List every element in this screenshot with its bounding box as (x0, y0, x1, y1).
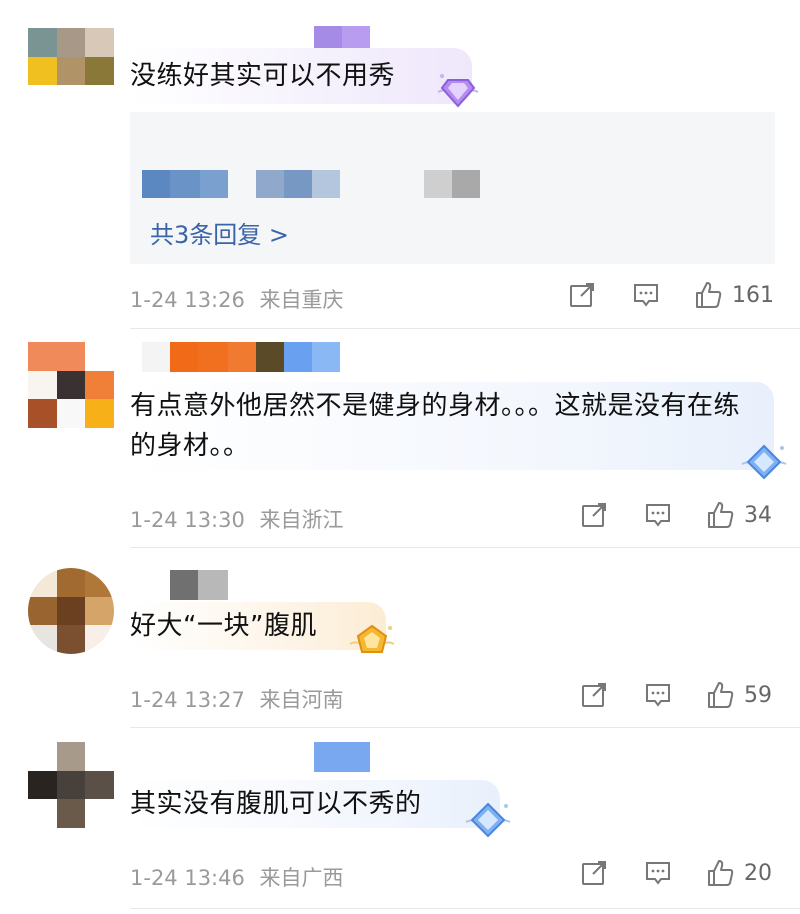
comment-text: 其实没有腹肌可以不秀的 (130, 789, 422, 819)
share-icon (582, 503, 606, 527)
like-button[interactable]: 20 (706, 858, 772, 888)
share-button[interactable] (580, 859, 608, 887)
thumbs-up-icon (696, 282, 722, 308)
avatar[interactable] (28, 742, 114, 828)
comment-meta: 1-24 13:26 来自重庆 (130, 284, 344, 314)
comment-meta: 1-24 13:46 来自广西 (130, 862, 344, 892)
comment-text: 有点意外他居然不是健身的身材。。。这就是没有在练的身材。。 (130, 391, 741, 461)
comment-icon (646, 684, 670, 707)
username[interactable] (134, 570, 228, 600)
comment-location: 来自浙江 (259, 508, 344, 532)
reply-preview-box[interactable]: 共3条回复 > (130, 112, 775, 264)
comment-item: 有点意外他居然不是健身的身材。。。这就是没有在练的身材。。 1-24 13:30… (0, 330, 800, 548)
comment-time: 1-24 13:26 (130, 288, 245, 312)
divider (130, 908, 800, 909)
comment-location: 来自重庆 (259, 288, 344, 312)
share-button[interactable] (568, 281, 596, 309)
comment-item: 好大“一块”腹肌 1-24 13:27 来自河南 59 (0, 548, 800, 728)
comment-meta: 1-24 13:30 来自浙江 (130, 504, 344, 534)
like-count: 161 (732, 282, 774, 308)
comment-icon (646, 504, 670, 527)
share-icon (582, 861, 606, 885)
share-button[interactable] (580, 681, 608, 709)
comment-button[interactable] (644, 859, 672, 887)
avatar[interactable] (28, 28, 114, 114)
action-bar: 34 (580, 500, 772, 530)
share-button[interactable] (580, 501, 608, 529)
comment-location: 来自河南 (259, 688, 344, 712)
thumbs-up-icon (708, 502, 734, 528)
like-button[interactable]: 59 (706, 680, 772, 710)
comment-meta: 1-24 13:27 来自河南 (130, 684, 344, 714)
action-bar: 20 (580, 858, 772, 888)
comment-item: 没练好其实可以不用秀 共3条回复 > 1-24 13:26 来自重庆 161 (0, 0, 800, 330)
divider (130, 328, 800, 329)
thumbs-up-icon (708, 860, 734, 886)
view-replies-link[interactable]: 共3条回复 > (150, 215, 289, 250)
gold-diamond-badge-icon (348, 620, 396, 660)
blue-diamond-badge-icon (740, 442, 788, 482)
blue-diamond-badge-icon (464, 800, 512, 840)
comment-icon (646, 862, 670, 885)
comment-time: 1-24 13:46 (130, 866, 245, 890)
like-button[interactable]: 161 (694, 280, 774, 310)
username[interactable] (142, 342, 340, 372)
comment-bubble: 其实没有腹肌可以不秀的 (130, 780, 500, 828)
comment-bubble: 没练好其实可以不用秀 (130, 48, 472, 104)
comment-icon (634, 284, 658, 307)
comment-button[interactable] (632, 281, 660, 309)
comment-location: 来自广西 (259, 866, 344, 890)
purple-diamond-badge-icon (434, 70, 482, 110)
avatar[interactable] (28, 568, 114, 654)
action-bar: 161 (568, 280, 774, 310)
action-bar: 59 (580, 680, 772, 710)
comment-bubble: 有点意外他居然不是健身的身材。。。这就是没有在练的身材。。 (130, 382, 774, 470)
share-icon (582, 683, 606, 707)
share-icon (570, 283, 594, 307)
avatar[interactable] (28, 342, 114, 428)
like-count: 20 (744, 860, 772, 886)
reply-preview-blur (142, 170, 480, 198)
comment-time: 1-24 13:27 (130, 688, 245, 712)
username[interactable] (314, 26, 370, 50)
comment-button[interactable] (644, 681, 672, 709)
comment-button[interactable] (644, 501, 672, 529)
like-button[interactable]: 34 (706, 500, 772, 530)
username[interactable] (314, 742, 370, 772)
comment-item: 其实没有腹肌可以不秀的 1-24 13:46 来自广西 20 (0, 728, 800, 914)
comment-text: 没练好其实可以不用秀 (130, 61, 396, 91)
like-count: 59 (744, 682, 772, 708)
comment-text: 好大“一块”腹肌 (130, 611, 317, 641)
comment-time: 1-24 13:30 (130, 508, 245, 532)
thumbs-up-icon (708, 682, 734, 708)
like-count: 34 (744, 502, 772, 528)
